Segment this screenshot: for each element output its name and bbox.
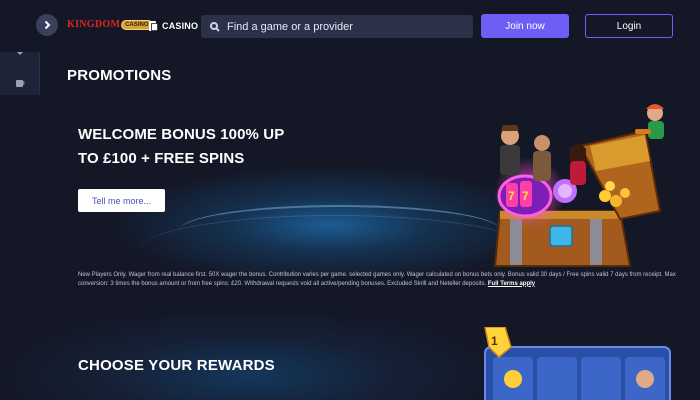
login-button[interactable]: Login	[585, 14, 673, 38]
welcome-bonus-title-line2: TO £100 + FREE SPINS	[78, 150, 245, 167]
welcome-bonus-terms: New Players Only. Wager from real balanc…	[78, 271, 678, 288]
top-header: KINGDOM CASINO CASINO Join now Login	[0, 0, 700, 52]
logo-badge: CASINO	[121, 19, 153, 30]
svg-text:7: 7	[508, 189, 515, 203]
welcome-bonus-title-line1: WELCOME BONUS 100% UP	[78, 126, 285, 143]
treasure-chest-illustration: 7 7	[493, 104, 664, 267]
terms-text: New Players Only. Wager from real balanc…	[78, 272, 676, 287]
welcome-bonus-title: WELCOME BONUS 100% UP TO £100 + FREE SPI…	[78, 123, 338, 171]
stage-arc	[180, 205, 500, 255]
welcome-bonus-banner: WELCOME BONUS 100% UP TO £100 + FREE SPI…	[0, 95, 700, 275]
rewards-banner: CHOOSE YOUR REWARDS 1	[0, 315, 700, 400]
rewards-title: CHOOSE YOUR REWARDS	[78, 357, 275, 374]
brand-logo[interactable]: KINGDOM CASINO	[67, 19, 153, 30]
slot-machine-icon	[15, 80, 24, 87]
rewards-illustration: 1	[484, 327, 671, 400]
join-now-button[interactable]: Join now	[481, 14, 569, 38]
chevron-right-icon	[44, 20, 51, 30]
rail-item-slots[interactable]	[0, 68, 39, 98]
sidebar-toggle-button[interactable]	[36, 14, 58, 36]
casino-nav-label: CASINO	[162, 21, 199, 31]
card-icon	[149, 21, 158, 31]
search-bar[interactable]	[201, 15, 473, 38]
search-icon	[210, 21, 220, 32]
tell-me-more-button[interactable]: Tell me more...	[78, 189, 165, 212]
svg-text:1: 1	[491, 334, 498, 348]
page-title: PROMOTIONS	[67, 67, 172, 84]
svg-text:7: 7	[522, 189, 529, 203]
full-terms-link[interactable]: Full Terms apply	[488, 281, 535, 287]
search-input[interactable]	[227, 20, 457, 33]
logo-text: KINGDOM	[67, 19, 121, 30]
casino-nav-link[interactable]: CASINO	[149, 21, 198, 31]
